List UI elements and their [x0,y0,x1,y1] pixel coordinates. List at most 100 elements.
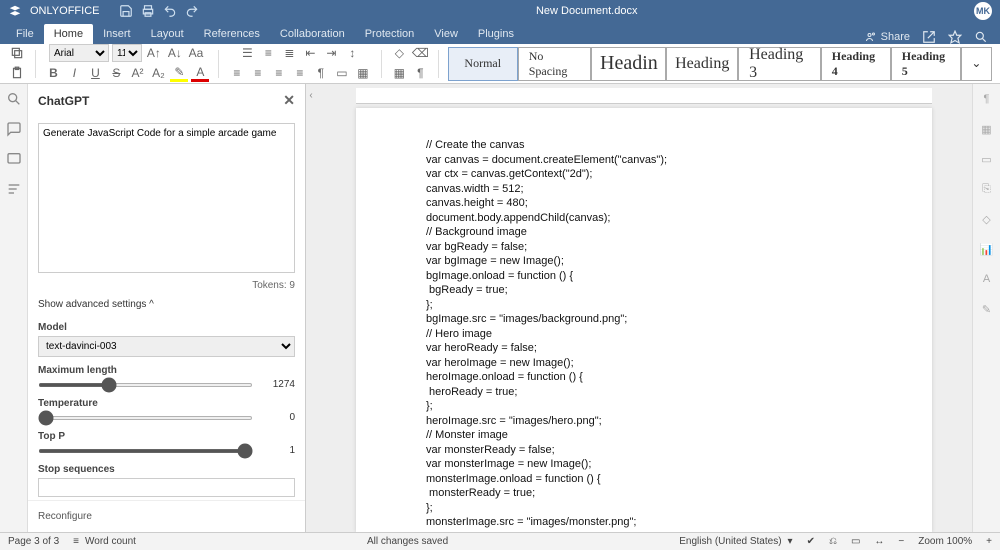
search-rail-icon[interactable] [5,90,23,108]
highlight-icon[interactable]: ✎ [170,64,188,82]
comments-rail-icon[interactable] [5,120,23,138]
reconfigure-link[interactable]: Reconfigure [28,500,305,532]
style-no-spacing[interactable]: No Spacing [518,47,592,81]
paragraph-mark-icon[interactable]: ¶ [312,64,330,82]
superscript-icon[interactable]: A² [128,64,146,82]
zoom-out-icon[interactable]: − [898,536,904,547]
justify-icon[interactable]: ≡ [291,64,309,82]
grow-font-icon[interactable]: A↑ [145,44,163,62]
style-heading-3[interactable]: Heading 3 [738,47,821,81]
stop-input[interactable] [38,478,295,497]
underline-icon[interactable]: U [86,64,104,82]
shape-settings-icon[interactable]: ◇ [978,210,996,228]
panel-collapse-icon[interactable]: ‹ [306,84,316,532]
textart-settings-icon[interactable]: A [978,270,996,288]
ribbon: Arial 11 A↑ A↓ Aa B I U S A² A₂ ✎ A ☰ ≡ … [0,44,1000,84]
align-left-icon[interactable]: ≡ [228,64,246,82]
favorite-icon[interactable] [948,30,962,44]
fit-page-icon[interactable]: ▭ [851,536,860,547]
header-settings-icon[interactable]: ⎘ [978,180,996,198]
tracking-icon[interactable]: ⎌ [829,536,837,547]
advanced-toggle[interactable]: Show advanced settings ^ [38,295,295,314]
style-gallery-expand[interactable]: ⌄ [961,47,992,81]
share-icon[interactable]: Share [865,31,910,43]
style-heading-2[interactable]: Heading [666,47,738,81]
bold-icon[interactable]: B [44,64,62,82]
search-icon[interactable] [974,30,988,44]
subscript-icon[interactable]: A₂ [149,64,167,82]
spellcheck-icon[interactable]: ✔ [807,536,815,547]
save-icon[interactable] [119,4,133,18]
language-select[interactable]: English (United States)▾ [679,536,792,547]
tab-plugins[interactable]: Plugins [468,24,524,44]
font-name-select[interactable]: Arial [49,44,109,62]
numbering-icon[interactable]: ≡ [259,44,277,62]
font-size-select[interactable]: 11 [112,44,142,62]
topp-slider[interactable] [38,449,253,453]
insert-table-icon[interactable]: ▦ [390,64,408,82]
headings-rail-icon[interactable] [5,180,23,198]
inc-indent-icon[interactable]: ⇥ [322,44,340,62]
prompt-input[interactable] [38,123,295,273]
app-logo-icon [8,4,22,18]
strikethrough-icon[interactable]: S [107,64,125,82]
shrink-font-icon[interactable]: A↓ [166,44,184,62]
document-page[interactable]: // Create the canvas var canvas = docume… [356,108,932,532]
document-canvas: // Create the canvas var canvas = docume… [316,84,972,532]
redo-icon[interactable] [185,4,199,18]
font-color-icon[interactable]: A [191,64,209,82]
multilevel-icon[interactable]: ≣ [280,44,298,62]
dec-indent-icon[interactable]: ⇤ [301,44,319,62]
nonprinting-icon[interactable]: ¶ [411,64,429,82]
save-status: All changes saved [367,536,448,547]
wordcount-label[interactable]: Word count [85,536,136,547]
fit-width-icon[interactable]: ↔ [874,536,884,547]
italic-icon[interactable]: I [65,64,83,82]
tab-protection[interactable]: Protection [355,24,425,44]
image-settings-icon[interactable]: ▭ [978,150,996,168]
tab-home[interactable]: Home [44,24,93,44]
paragraph-settings-icon[interactable]: ¶ [978,90,996,108]
line-spacing-icon[interactable]: ↕ [343,44,361,62]
clear-style-icon[interactable]: ⌫ [411,44,429,62]
tab-collaboration[interactable]: Collaboration [270,24,355,44]
left-rail [0,84,28,532]
insert-shape-icon[interactable]: ◇ [390,44,408,62]
page-status[interactable]: Page 3 of 3 [8,536,59,547]
tab-insert[interactable]: Insert [93,24,141,44]
tab-view[interactable]: View [424,24,468,44]
chat-rail-icon[interactable] [5,150,23,168]
style-normal[interactable]: Normal [448,47,518,81]
undo-icon[interactable] [163,4,177,18]
table-settings-icon[interactable]: ▦ [978,120,996,138]
shading-icon[interactable]: ▭ [333,64,351,82]
tab-file[interactable]: File [6,24,44,44]
style-heading-1[interactable]: Headin [591,47,666,81]
paste-icon[interactable] [8,64,26,82]
model-select[interactable]: text-davinci-003 [38,336,295,357]
zoom-label[interactable]: Zoom 100% [918,536,972,547]
right-rail: ¶ ▦ ▭ ⎘ ◇ 📊 A ✎ [972,84,1000,532]
document-text[interactable]: // Create the canvas var canvas = docume… [426,138,862,532]
print-icon[interactable] [141,4,155,18]
zoom-in-icon[interactable]: + [986,536,992,547]
align-center-icon[interactable]: ≡ [249,64,267,82]
temp-slider[interactable] [38,416,253,420]
user-avatar[interactable]: MK [974,2,992,20]
tab-references[interactable]: References [194,24,270,44]
signature-settings-icon[interactable]: ✎ [978,300,996,318]
align-right-icon[interactable]: ≡ [270,64,288,82]
chart-settings-icon[interactable]: 📊 [978,240,996,258]
tab-layout[interactable]: Layout [141,24,194,44]
borders-icon[interactable]: ▦ [354,64,372,82]
change-case-icon[interactable]: Aa [187,44,205,62]
copy-icon[interactable] [8,44,26,62]
title-bar: ONLYOFFICE New Document.docx MK [0,0,1000,22]
style-heading-5[interactable]: Heading 5 [891,47,961,81]
bullets-icon[interactable]: ☰ [238,44,256,62]
maxlen-slider[interactable] [38,383,253,387]
open-location-icon[interactable] [922,30,936,44]
style-heading-4[interactable]: Heading 4 [821,47,891,81]
panel-close-icon[interactable]: ✕ [283,92,295,109]
horizontal-ruler[interactable] [356,88,932,104]
